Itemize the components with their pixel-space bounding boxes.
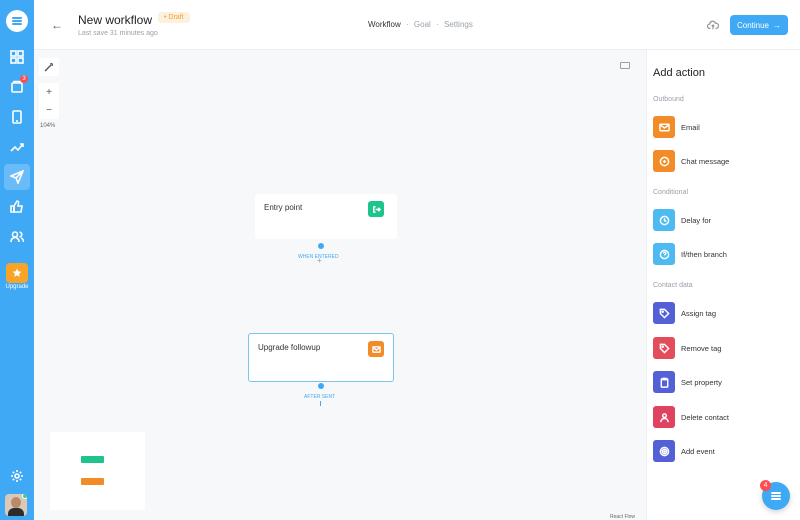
- action-label: Remove tag: [681, 343, 722, 353]
- react-flow-attribution[interactable]: React Flow: [610, 514, 635, 520]
- action-set-property[interactable]: Set property: [653, 371, 793, 393]
- nav-item-dashboard[interactable]: [4, 44, 30, 70]
- tab-settings[interactable]: Settings: [444, 20, 473, 29]
- menu-lines-icon: [771, 491, 781, 501]
- step-separator: ·: [436, 20, 439, 29]
- action-label: Assign tag: [681, 308, 717, 318]
- action-chat-message[interactable]: Chat message: [653, 150, 793, 172]
- chat-icon: [653, 150, 675, 172]
- inbox-badge: 3: [20, 75, 28, 83]
- node-title: Entry point: [264, 203, 303, 212]
- action-label: Delay for: [681, 215, 712, 225]
- email-icon: [368, 341, 384, 357]
- action-label: Delete contact: [681, 412, 729, 422]
- tab-workflow[interactable]: Workflow: [368, 20, 401, 29]
- grid-icon: [10, 50, 24, 64]
- star-icon: [12, 268, 22, 277]
- top-header: ← New workflow • Draft Last save 31 minu…: [34, 0, 800, 50]
- continue-label: Continue: [736, 20, 770, 30]
- node-handle[interactable]: [318, 383, 324, 389]
- zoom-level: 104%: [40, 123, 56, 129]
- email-icon: [653, 116, 675, 138]
- node-handle[interactable]: [318, 243, 324, 249]
- action-email[interactable]: Email: [653, 116, 793, 138]
- section-contact-data: Contact data: [653, 282, 693, 289]
- app-logo[interactable]: [6, 10, 28, 32]
- user-avatar[interactable]: [5, 494, 27, 516]
- nav-item-feedback[interactable]: [4, 194, 30, 220]
- gear-icon: [11, 470, 23, 482]
- minimap-node: [81, 478, 104, 485]
- user-icon: [653, 406, 675, 428]
- left-nav: 3 Upgrade: [0, 0, 34, 520]
- add-step-button[interactable]: +: [317, 256, 322, 265]
- nav-item-inbox[interactable]: 3: [4, 74, 30, 100]
- minimap-node: [81, 456, 104, 463]
- nav-item-campaigns[interactable]: [4, 164, 30, 190]
- panel-title: Add action: [653, 67, 705, 79]
- node-entry-point[interactable]: Entry point: [255, 194, 397, 239]
- minimap[interactable]: [50, 432, 145, 510]
- section-outbound: Outbound: [653, 96, 684, 103]
- action-label: Add event: [681, 446, 715, 456]
- send-icon: [10, 170, 24, 184]
- node-upgrade-followup[interactable]: Upgrade followup: [248, 333, 394, 382]
- step-separator: ·: [405, 20, 409, 29]
- magic-wand-button[interactable]: [39, 58, 59, 76]
- nav-item-reports[interactable]: [4, 134, 30, 160]
- clipboard-icon: [653, 371, 675, 393]
- tag-icon: [653, 302, 675, 324]
- action-if-then-branch[interactable]: If/then branch: [653, 243, 793, 265]
- edge-stub: [320, 401, 321, 406]
- action-assign-tag[interactable]: Assign tag: [653, 302, 793, 324]
- upgrade-label: Upgrade: [5, 284, 29, 290]
- magic-wand-icon: [44, 63, 53, 72]
- status-badge: • Draft: [158, 12, 190, 23]
- entry-icon: [368, 201, 384, 217]
- action-delete-contact[interactable]: Delete contact: [653, 406, 793, 428]
- cloud-upload-icon: [707, 20, 719, 30]
- thumbs-up-icon: [10, 200, 23, 213]
- add-action-panel: Add action Outbound Email Chat message C…: [646, 50, 800, 520]
- nav-item-contacts[interactable]: [4, 224, 30, 250]
- nav-item-devices[interactable]: [4, 104, 30, 130]
- target-icon: [653, 440, 675, 462]
- continue-button[interactable]: Continue →: [730, 15, 788, 35]
- action-label: Email: [681, 122, 700, 132]
- upgrade-button[interactable]: [6, 263, 28, 283]
- back-button[interactable]: ←: [46, 14, 68, 36]
- step-tabs: Workflow · Goal · Settings: [368, 20, 473, 29]
- workflow-title[interactable]: New workflow: [78, 13, 152, 27]
- action-remove-tag[interactable]: Remove tag: [653, 337, 793, 359]
- tab-goal[interactable]: Goal: [414, 20, 431, 29]
- last-save-text: Last save 31 minutes ago: [78, 30, 158, 37]
- workflow-canvas[interactable]: + − 104% Entry point WHEN ENTERED + Upgr…: [34, 50, 646, 520]
- node-title: Upgrade followup: [258, 343, 321, 352]
- action-label: If/then branch: [681, 249, 727, 259]
- action-add-event[interactable]: Add event: [653, 440, 793, 462]
- online-status-dot: [22, 494, 27, 499]
- action-label: Set property: [681, 377, 722, 387]
- zoom-out-button[interactable]: −: [39, 101, 59, 119]
- question-icon: [653, 243, 675, 265]
- save-cloud-button[interactable]: [702, 16, 724, 34]
- action-delay-for[interactable]: Delay for: [653, 209, 793, 231]
- chat-unread-badge: 4: [760, 480, 771, 491]
- action-label: Chat message: [681, 156, 730, 166]
- tablet-icon: [12, 110, 22, 124]
- arrow-right-icon: →: [773, 20, 782, 30]
- users-icon: [10, 231, 24, 243]
- zoom-in-button[interactable]: +: [39, 83, 59, 101]
- clock-icon: [653, 209, 675, 231]
- trend-up-icon: [10, 143, 24, 152]
- edge-label: AFTER SENT: [304, 394, 336, 400]
- keyboard-icon[interactable]: [620, 62, 630, 69]
- section-conditional: Conditional: [653, 189, 689, 196]
- tag-icon: [653, 337, 675, 359]
- menu-lines-icon: [12, 16, 22, 26]
- nav-item-settings[interactable]: [4, 463, 30, 489]
